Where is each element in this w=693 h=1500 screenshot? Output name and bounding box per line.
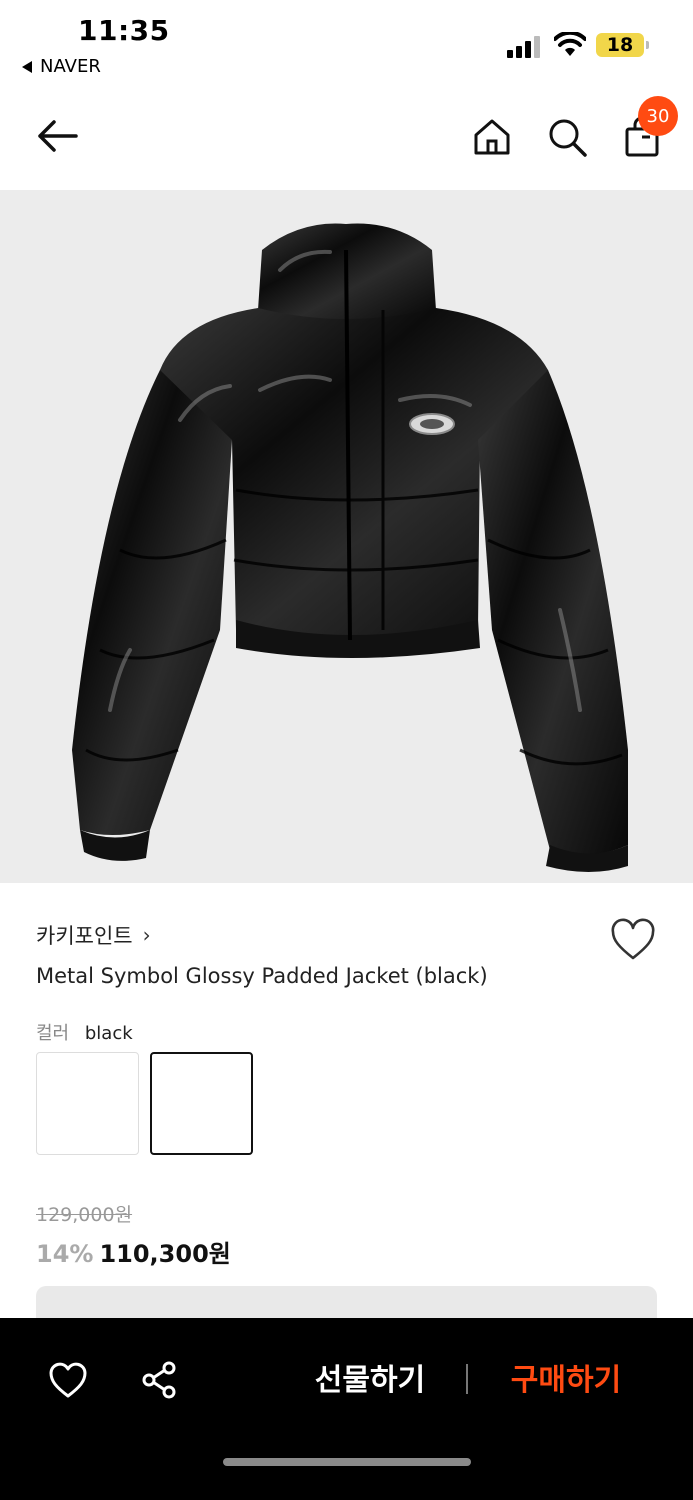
battery-indicator: 18	[596, 33, 649, 57]
status-time: 11:35	[78, 14, 170, 47]
top-nav	[0, 90, 693, 190]
discount-rate: 14%	[36, 1240, 94, 1268]
button-divider	[466, 1364, 468, 1394]
home-indicator[interactable]	[223, 1458, 471, 1466]
back-triangle-icon	[22, 60, 32, 73]
color-option-label: 컬러	[36, 1023, 70, 1044]
price-row: 14% 110,300원	[36, 1234, 231, 1269]
cellular-signal-icon	[507, 34, 543, 58]
battery-level: 18	[606, 34, 634, 56]
color-option-value: black	[84, 1023, 133, 1044]
share-icon[interactable]	[139, 1360, 179, 1400]
buy-button[interactable]: 구매하기	[496, 1358, 636, 1404]
brand-name: 카키포인트	[36, 924, 133, 948]
status-bar: 11:35 NAVER 18	[0, 0, 693, 90]
wifi-icon	[554, 32, 586, 56]
arrow-left-icon[interactable]	[34, 116, 80, 156]
search-icon[interactable]	[545, 115, 589, 159]
heart-icon[interactable]	[609, 918, 657, 962]
cart-count-badge: 30	[638, 96, 678, 136]
back-app-label: NAVER	[40, 56, 101, 77]
color-swatch-1[interactable]	[36, 1052, 139, 1155]
product-title: Metal Symbol Glossy Padded Jacket (black…	[36, 964, 488, 988]
home-icon[interactable]	[470, 115, 514, 159]
chevron-right-icon: ›	[142, 923, 151, 947]
sale-price: 110,300원	[99, 1240, 231, 1268]
back-to-app-link[interactable]: NAVER	[22, 56, 101, 77]
gift-button[interactable]: 선물하기	[300, 1358, 440, 1404]
brand-link[interactable]: 카키포인트 ›	[36, 920, 151, 950]
color-swatch-2-selected[interactable]	[150, 1052, 253, 1155]
bottom-action-bar: 선물하기 구매하기	[0, 1318, 693, 1500]
product-image[interactable]	[0, 190, 693, 883]
jacket-image	[72, 223, 628, 872]
original-price: 129,000원	[36, 1204, 133, 1226]
color-option-row: 컬러 black	[36, 1019, 133, 1045]
wishlist-heart-icon[interactable]	[47, 1360, 89, 1400]
